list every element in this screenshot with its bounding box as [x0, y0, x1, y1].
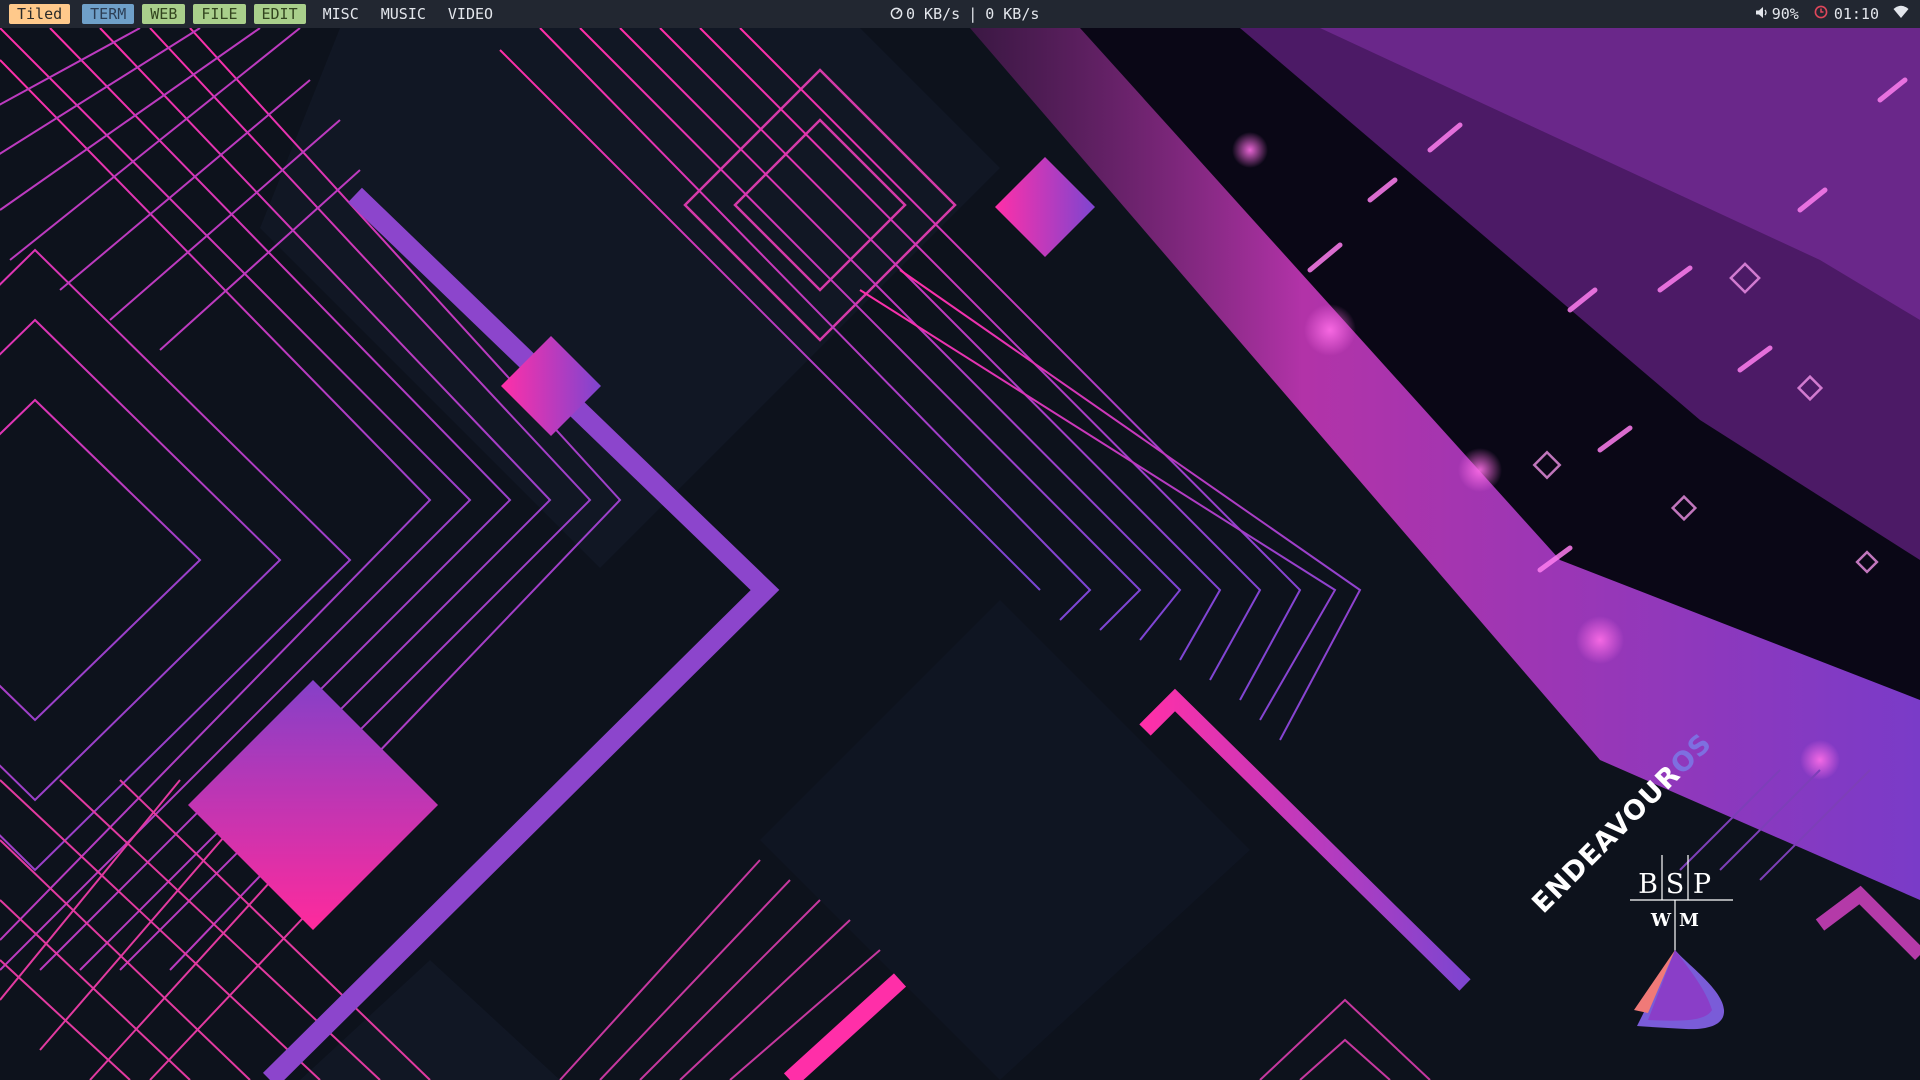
clock-time[interactable]: 01:10	[1834, 5, 1879, 23]
speaker-icon[interactable]	[1755, 5, 1769, 23]
workspace-music[interactable]: MUSIC	[372, 4, 435, 24]
workspace-misc[interactable]: MISC	[314, 4, 368, 24]
net-up-speed: 0 KB/s	[985, 5, 1040, 23]
wm-letter-m: M	[1679, 910, 1699, 931]
workspace-term[interactable]: TERM	[82, 4, 135, 24]
bsp-letter-p: P	[1693, 869, 1711, 900]
clock-icon	[1814, 5, 1828, 23]
workspace-video[interactable]: VIDEO	[439, 4, 502, 24]
network-speed: 0 KB/s | 0 KB/s	[890, 0, 1039, 28]
net-separator: |	[968, 5, 978, 23]
layout-mode-indicator[interactable]: Tiled	[9, 4, 71, 24]
net-down-speed: 0 KB/s	[906, 5, 961, 23]
status-bar: Tiled TERM WEB FILE EDIT MISC MUSIC VIDE…	[0, 0, 1920, 28]
wm-letter-w: W	[1650, 910, 1672, 931]
bsp-letter-b: B	[1638, 869, 1658, 900]
volume-level[interactable]: 90%	[1772, 5, 1799, 23]
bspwm-logo: B S P W M	[1630, 855, 1733, 1030]
workspace-web[interactable]: WEB	[142, 4, 186, 24]
wifi-icon[interactable]	[1893, 5, 1909, 23]
workspace-file[interactable]: FILE	[193, 4, 246, 24]
workspace-edit[interactable]: EDIT	[253, 4, 306, 24]
speedometer-icon	[890, 0, 903, 28]
bsp-letter-s: S	[1666, 869, 1685, 900]
